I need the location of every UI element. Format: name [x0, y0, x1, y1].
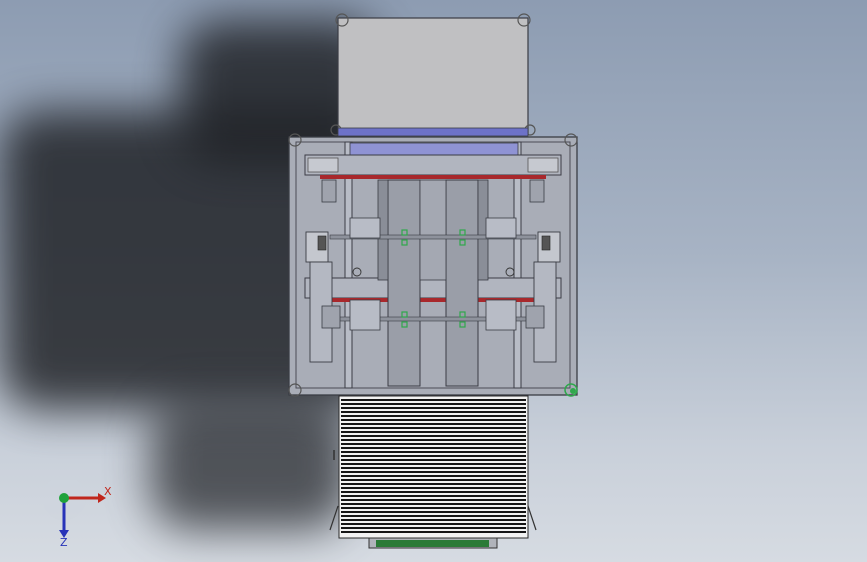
bottom-plate-green	[376, 540, 489, 547]
cad-model[interactable]	[0, 0, 867, 562]
coordinate-triad: X Z	[42, 476, 124, 550]
triad-z-label: Z	[60, 536, 68, 549]
top-enclosure[interactable]	[330, 13, 536, 136]
cad-viewport[interactable]: X Z	[0, 0, 867, 562]
blue-strip	[337, 127, 529, 137]
lower-bellows[interactable]	[329, 395, 537, 539]
triad-x-label: X	[104, 485, 112, 498]
main-frame[interactable]	[288, 133, 578, 397]
